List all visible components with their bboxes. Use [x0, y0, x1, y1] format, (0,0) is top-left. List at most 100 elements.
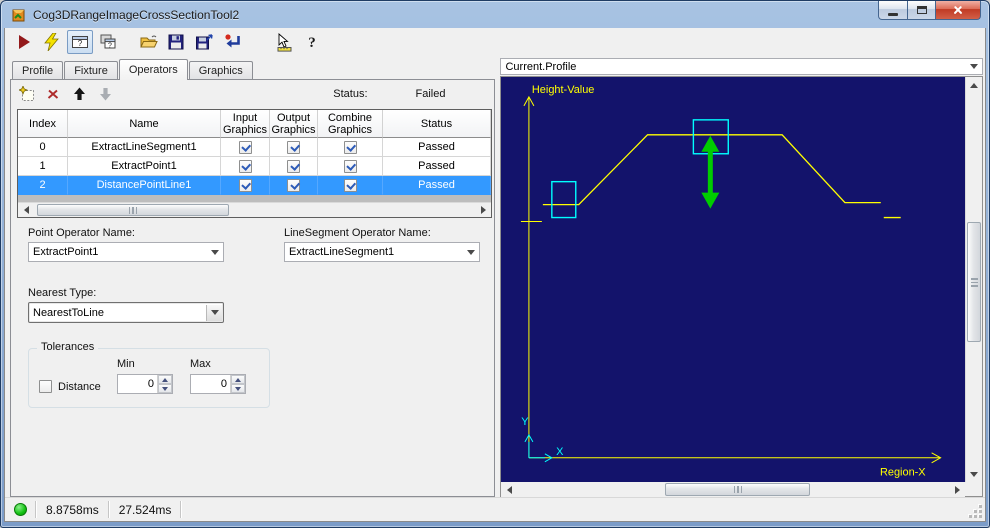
- app-icon: [12, 9, 25, 21]
- save-button[interactable]: [163, 30, 189, 54]
- linesegment-operator-combobox[interactable]: ExtractLineSegment1: [284, 242, 480, 262]
- spin-up-button[interactable]: [158, 375, 172, 384]
- scroll-right-button[interactable]: [475, 203, 491, 217]
- help-button[interactable]: ?: [299, 30, 325, 54]
- cell-name[interactable]: DistancePointLine1: [68, 176, 221, 195]
- float-pane-button[interactable]: ?: [95, 30, 121, 54]
- svg-text:?: ?: [78, 39, 83, 48]
- cell-status[interactable]: Passed: [383, 138, 491, 157]
- spin-up-button[interactable]: [231, 375, 245, 384]
- show-image-pane-button[interactable]: ?: [67, 30, 93, 54]
- table-row[interactable]: 1 ExtractPoint1 Passed: [18, 157, 491, 176]
- chevron-down-icon: [211, 249, 219, 255]
- display-horizontal-scrollbar[interactable]: [501, 482, 965, 497]
- graphics-checkbox[interactable]: [343, 159, 357, 173]
- cell-checkbox[interactable]: [318, 176, 383, 195]
- column-header[interactable]: Output Graphics: [270, 110, 318, 138]
- graphics-checkbox[interactable]: [287, 159, 300, 173]
- title-bar[interactable]: Cog3DRangeImageCrossSectionTool2: [4, 1, 986, 28]
- scroll-up-button[interactable]: [966, 77, 982, 94]
- graphics-checkbox[interactable]: [343, 178, 357, 192]
- cell-index[interactable]: 2: [18, 176, 68, 195]
- cell-checkbox[interactable]: [270, 157, 318, 176]
- spin-up-icon: [162, 377, 168, 382]
- distance-arrow-head-top[interactable]: [701, 136, 720, 153]
- graphics-checkbox[interactable]: [287, 140, 300, 154]
- cell-checkbox[interactable]: [270, 138, 318, 157]
- save-as-button[interactable]: [191, 30, 217, 54]
- pointer-tracking-button[interactable]: [271, 30, 297, 54]
- scroll-left-button[interactable]: [501, 482, 518, 497]
- save-icon: [168, 34, 184, 50]
- table-row[interactable]: 0 ExtractLineSegment1 Passed: [18, 138, 491, 157]
- move-up-button[interactable]: [69, 84, 89, 104]
- reset-button[interactable]: [219, 30, 245, 54]
- tab-operators[interactable]: Operators: [118, 59, 188, 80]
- profile-canvas[interactable]: Height-Value Region-X Y X: [501, 77, 965, 482]
- spin-down-button[interactable]: [231, 384, 245, 393]
- min-input[interactable]: [118, 375, 157, 393]
- tab-graphics[interactable]: Graphics: [188, 61, 253, 79]
- min-spinner[interactable]: [117, 374, 173, 394]
- operator-properties: Point Operator Name: ExtractPoint1 LineS…: [11, 221, 494, 496]
- electric-run-button[interactable]: [39, 30, 65, 54]
- graphics-checkbox[interactable]: [238, 140, 252, 154]
- spin-down-button[interactable]: [158, 384, 172, 393]
- graphics-checkbox[interactable]: [343, 140, 357, 154]
- grid-scroll-thumb[interactable]: [37, 204, 229, 216]
- tool-edit-panel: Profile Fixture Operators Graphics Statu…: [10, 58, 495, 497]
- cell-status[interactable]: Passed: [383, 176, 491, 195]
- column-header[interactable]: Index: [18, 110, 68, 138]
- nearest-type-combobox[interactable]: NearestToLine: [28, 302, 224, 323]
- column-header[interactable]: Input Graphics: [221, 110, 270, 138]
- record-selector-combobox[interactable]: Current.Profile: [500, 58, 983, 76]
- scroll-down-button[interactable]: [966, 466, 982, 482]
- table-row[interactable]: 2 DistancePointLine1 Passed: [18, 176, 491, 195]
- move-down-button[interactable]: [95, 84, 115, 104]
- resize-grip[interactable]: [969, 505, 982, 518]
- max-input[interactable]: [191, 375, 230, 393]
- cell-index[interactable]: 1: [18, 157, 68, 176]
- run-button[interactable]: [11, 30, 37, 54]
- cell-name[interactable]: ExtractLineSegment1: [68, 138, 221, 157]
- cell-index[interactable]: 0: [18, 138, 68, 157]
- open-button[interactable]: [135, 30, 161, 54]
- graphics-checkbox[interactable]: [238, 159, 252, 173]
- distance-arrow-head-bottom[interactable]: [701, 192, 720, 209]
- cell-name[interactable]: ExtractPoint1: [68, 157, 221, 176]
- arrow-up-icon: [970, 82, 978, 88]
- column-header[interactable]: Status: [383, 110, 491, 138]
- display-vertical-scrollbar[interactable]: [965, 77, 982, 482]
- column-header[interactable]: Name: [68, 110, 221, 138]
- max-spinner[interactable]: [190, 374, 246, 394]
- tab-strip: Profile Fixture Operators Graphics: [10, 58, 495, 80]
- selection-box[interactable]: [551, 181, 577, 219]
- cell-checkbox[interactable]: [221, 138, 270, 157]
- graphics-checkbox[interactable]: [238, 178, 252, 192]
- display-hscroll-thumb[interactable]: [665, 483, 811, 496]
- delete-operator-button[interactable]: [43, 84, 63, 104]
- maximize-icon: [916, 6, 927, 14]
- min-label: Min: [117, 358, 135, 370]
- scroll-left-button[interactable]: [18, 203, 34, 217]
- tab-profile[interactable]: Profile: [12, 61, 64, 79]
- cell-checkbox[interactable]: [270, 176, 318, 195]
- grid-horizontal-scrollbar[interactable]: [18, 202, 491, 217]
- cell-checkbox[interactable]: [221, 176, 270, 195]
- cell-checkbox[interactable]: [221, 157, 270, 176]
- tab-fixture[interactable]: Fixture: [64, 61, 118, 79]
- close-button[interactable]: [936, 1, 981, 20]
- column-header[interactable]: Combine Graphics: [318, 110, 383, 138]
- display-vscroll-thumb[interactable]: [967, 222, 981, 343]
- maximize-button[interactable]: [908, 1, 936, 20]
- scroll-right-button[interactable]: [949, 482, 965, 497]
- graphics-checkbox[interactable]: [287, 178, 300, 192]
- minimize-button[interactable]: [878, 1, 908, 20]
- cell-checkbox[interactable]: [318, 157, 383, 176]
- cell-status[interactable]: Passed: [383, 157, 491, 176]
- distance-checkbox[interactable]: [39, 380, 52, 393]
- cell-checkbox[interactable]: [318, 138, 383, 157]
- add-operator-button[interactable]: [17, 84, 37, 104]
- point-operator-combobox[interactable]: ExtractPoint1: [28, 242, 224, 262]
- point-operator-value: ExtractPoint1: [33, 246, 99, 258]
